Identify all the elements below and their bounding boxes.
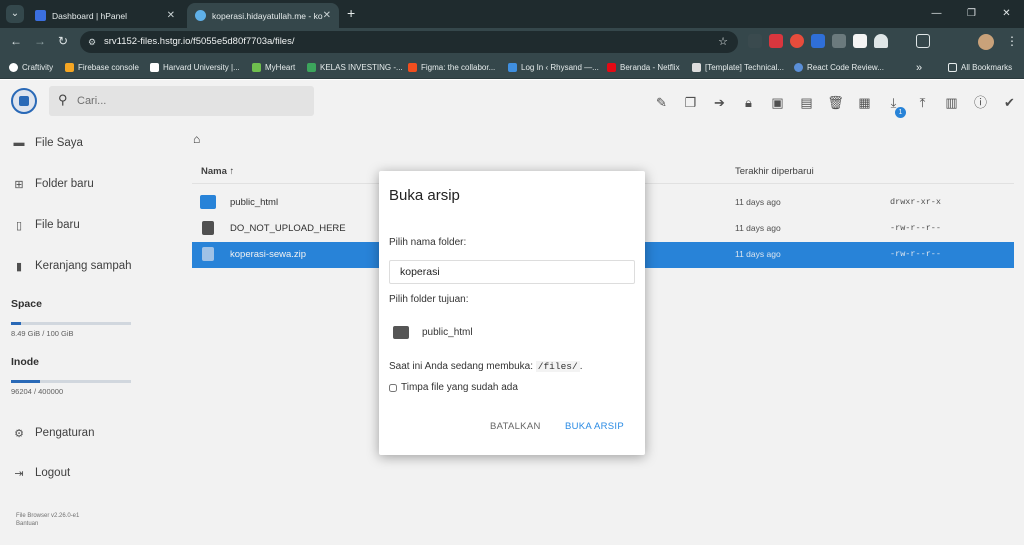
destination-folder-name: public_html [422,326,473,338]
dialog-title: Buka arsip [389,187,460,204]
bookmarks-bar: Craftivity Firebase console Harvard Univ… [0,56,1024,79]
folder-icon [393,325,409,339]
site-info-icon[interactable]: ⚙ [88,31,96,53]
bookmark-item[interactable]: Beranda - Netflix [607,56,680,79]
tab-title: koperasi.hidayatullah.me - kope [212,10,323,21]
browser-menu-icon[interactable]: ⋮ [1006,34,1018,48]
bookmark-item[interactable]: Log In ‹ Rhysand —... [508,56,599,79]
folder-name-input[interactable] [389,260,635,284]
url-bar[interactable]: ⚙ srv1152-files.hstgr.io/f5055e5d80f7703… [80,31,738,53]
overwrite-checkbox-row[interactable]: Timpa file yang sudah ada [389,382,518,393]
current-path-text: Saat ini Anda sedang membuka: /files/. [389,361,583,372]
window-controls: — ❐ ✕ [919,0,1024,28]
extension-s-icon[interactable] [853,34,867,48]
tab-koperasi[interactable]: koperasi.hidayatullah.me - kope ✕ [187,3,339,28]
minimize-icon[interactable]: — [919,0,954,28]
tab-search-button[interactable]: ⌄ [6,5,24,23]
react-devtools-icon[interactable] [748,34,762,48]
open-archive-button[interactable]: BUKA ARSIP [565,421,624,432]
bookmark-item[interactable]: KELAS INVESTING -... [307,56,403,79]
forward-icon[interactable]: → [34,34,46,48]
extension-red-icon[interactable] [769,34,783,48]
bookmark-item[interactable]: Figma: the collabor... [408,56,495,79]
extension-badge-icon[interactable] [874,34,888,48]
bookmark-item[interactable]: [Template] Technical... [692,56,784,79]
cancel-button[interactable]: BATALKAN [490,421,541,432]
extension-shield-icon[interactable] [790,34,804,48]
current-path: /files/ [535,361,580,372]
overwrite-label: Timpa file yang sudah ada [401,382,518,393]
bookmark-item[interactable]: React Code Review... [794,56,884,79]
profile-avatar[interactable] [978,34,994,50]
tab-close-icon[interactable]: ✕ [167,10,175,21]
url-text: srv1152-files.hstgr.io/f5055e5d80f7703a/… [104,36,295,47]
bookmark-star-icon[interactable]: ☆ [718,31,728,53]
tab-title: Dashboard | hPanel [52,10,127,21]
destination-label: Pilih folder tujuan: [389,294,469,305]
tab-dashboard[interactable]: Dashboard | hPanel ✕ [27,3,183,28]
bookmark-item[interactable]: Firebase console [65,56,139,79]
restore-icon[interactable]: ❐ [954,0,989,28]
bookmarks-overflow-icon[interactable]: » [916,56,922,79]
browser-tab-strip: ⌄ Dashboard | hPanel ✕ koperasi.hidayatu… [0,0,1024,28]
open-archive-dialog: Buka arsip Pilih nama folder: Pilih fold… [379,171,645,455]
bookmark-item[interactable]: MyHeart [252,56,295,79]
reload-icon[interactable]: ↻ [58,34,68,48]
window-close-icon[interactable]: ✕ [989,0,1024,28]
extensions-row [748,34,930,48]
hpanel-favicon-icon [35,10,46,21]
extension-doc-icon[interactable] [811,34,825,48]
filebrowser-favicon-icon [195,10,206,21]
new-tab-icon[interactable]: + [347,5,355,21]
overwrite-checkbox[interactable] [389,383,397,392]
tab-close-icon[interactable]: ✕ [323,10,331,21]
destination-folder-item[interactable]: public_html [393,323,473,341]
extensions-puzzle-icon[interactable] [916,34,930,48]
extension-copy-icon[interactable] [832,34,846,48]
all-bookmarks[interactable]: All Bookmarks [948,56,1012,79]
bookmark-item[interactable]: Craftivity [9,56,53,79]
folder-name-label: Pilih nama folder: [389,237,467,248]
bookmark-item[interactable]: Harvard University |... [150,56,240,79]
address-bar-row: ← → ↻ ⚙ srv1152-files.hstgr.io/f5055e5d8… [0,28,1024,56]
extension-fx-icon[interactable] [895,34,909,48]
back-icon[interactable]: ← [10,34,22,48]
